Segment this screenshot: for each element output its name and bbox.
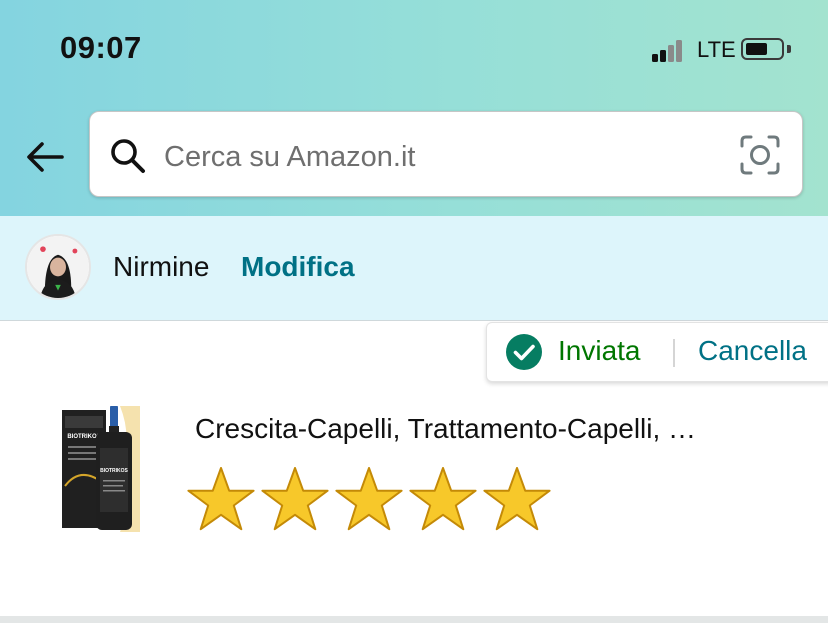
check-circle-icon — [506, 334, 542, 370]
cancel-review-button[interactable]: Cancella — [698, 335, 807, 367]
battery-tip — [787, 45, 791, 53]
search-icon[interactable] — [108, 136, 148, 176]
arrow-left-icon[interactable] — [24, 136, 66, 178]
product-title[interactable]: Crescita-Capelli, Trattamento-Capelli, … — [195, 413, 755, 445]
avatar — [25, 234, 91, 300]
section-divider — [0, 616, 828, 623]
product-image[interactable]: BIOTRIKOS BIOTRIKOS — [60, 406, 140, 532]
battery-icon — [741, 38, 784, 60]
star-icon[interactable] — [408, 466, 478, 532]
product-packaging-text: BIOTRIKOS — [67, 434, 100, 440]
signal-icon — [652, 38, 692, 62]
status-time: 09:07 — [60, 30, 142, 65]
star-icon[interactable] — [260, 466, 330, 532]
star-icon[interactable] — [334, 466, 404, 532]
profile-name: Nirmine — [113, 251, 210, 282]
product-bottle-text: BIOTRIKOS — [100, 468, 128, 474]
star-icon[interactable] — [186, 466, 256, 532]
camera-scan-icon[interactable] — [739, 134, 781, 176]
network-type: LTE — [697, 37, 736, 62]
review-status-label: Inviata — [558, 335, 641, 366]
status-divider — [673, 339, 675, 367]
star-icon[interactable] — [482, 466, 552, 532]
search-input[interactable] — [164, 132, 724, 182]
edit-profile-link[interactable]: Modifica — [241, 251, 355, 283]
